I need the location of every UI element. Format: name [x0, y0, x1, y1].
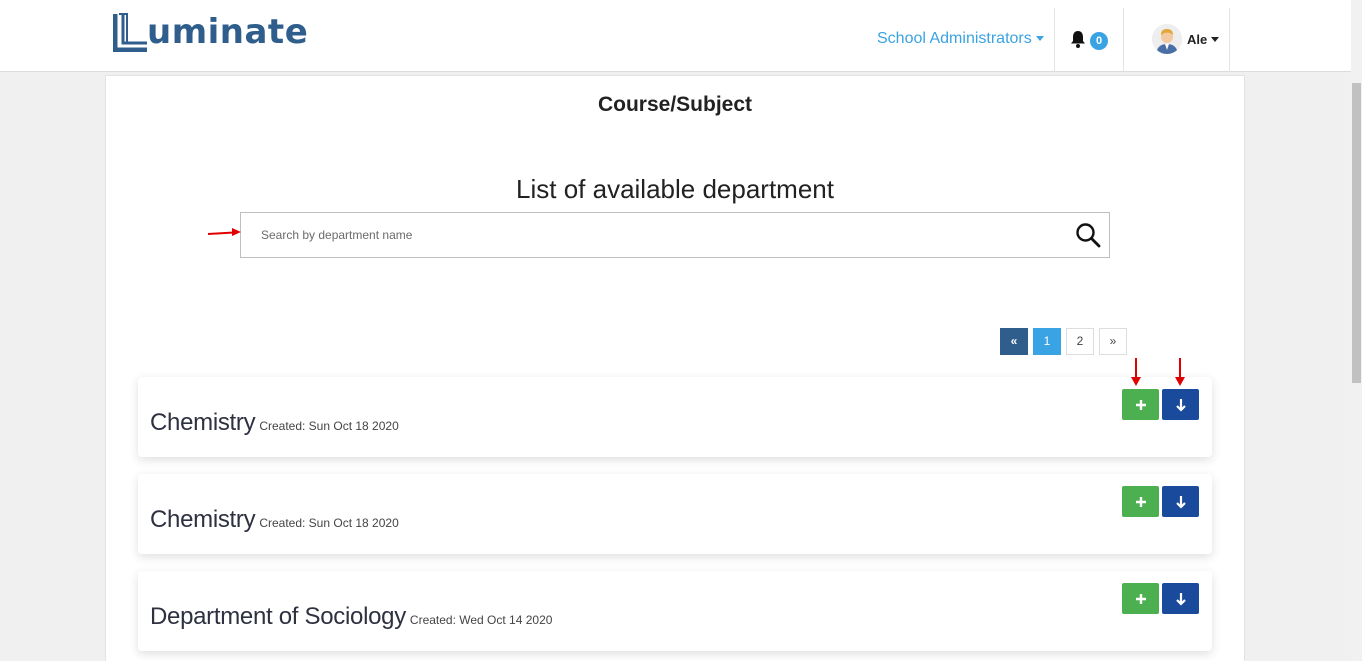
department-name: Department of Sociology	[150, 603, 406, 630]
logo-mark-icon	[113, 13, 147, 52]
department-card: Chemistry Created: Sun Oct 18 2020	[138, 377, 1212, 457]
plus-icon	[1135, 593, 1146, 604]
add-course-button[interactable]	[1122, 486, 1159, 517]
scrollbar-thumb[interactable]	[1352, 83, 1361, 383]
plus-icon	[1135, 399, 1146, 410]
user-menu[interactable]: Ale	[1152, 24, 1220, 54]
chevron-down-icon	[1035, 36, 1044, 42]
pagination-page-2[interactable]: 2	[1066, 328, 1094, 355]
arrow-down-icon	[1175, 495, 1186, 509]
expand-department-button[interactable]	[1162, 389, 1199, 420]
department-title: Department of Sociology Created: Wed Oct …	[150, 603, 552, 631]
pagination-prev[interactable]: «	[1000, 328, 1028, 355]
department-title: Chemistry Created: Sun Oct 18 2020	[150, 506, 399, 534]
logo[interactable]: uminate	[113, 10, 308, 54]
search-box	[240, 212, 1110, 258]
logo-text: uminate	[147, 12, 309, 52]
add-course-button[interactable]	[1122, 389, 1159, 420]
pagination-next[interactable]: »	[1099, 328, 1127, 355]
nav-divider	[1054, 8, 1055, 72]
role-label: School Administrators	[877, 30, 1032, 47]
top-navbar: uminate School Administrators 0 Ale	[0, 0, 1351, 72]
pagination-page-1[interactable]: 1	[1033, 328, 1061, 355]
expand-department-button[interactable]	[1162, 486, 1199, 517]
department-created-date: Created: Sun Oct 18 2020	[259, 516, 399, 530]
plus-icon	[1135, 496, 1146, 507]
avatar	[1152, 24, 1182, 54]
user-name: Ale	[1187, 31, 1208, 47]
search-icon[interactable]	[1075, 222, 1101, 248]
add-course-button[interactable]	[1122, 583, 1159, 614]
list-title: List of available department	[516, 174, 834, 204]
pagination: « 1 2 »	[1000, 328, 1127, 355]
department-card: Department of Sociology Created: Wed Oct …	[138, 571, 1212, 651]
search-input[interactable]	[241, 213, 1061, 257]
department-card: Chemistry Created: Sun Oct 18 2020	[138, 474, 1212, 554]
department-name: Chemistry	[150, 409, 256, 436]
expand-department-button[interactable]	[1162, 583, 1199, 614]
role-dropdown[interactable]: School Administrators	[877, 30, 1044, 48]
arrow-down-icon	[1175, 398, 1186, 412]
main-content: Course/Subject List of available departm…	[105, 75, 1245, 661]
notification-badge[interactable]: 0	[1090, 32, 1108, 50]
page-scrollbar[interactable]	[1351, 0, 1362, 661]
nav-divider	[1123, 8, 1124, 72]
department-title: Chemistry Created: Sun Oct 18 2020	[150, 409, 399, 437]
chevron-down-icon	[1211, 36, 1220, 42]
nav-divider	[1229, 8, 1230, 72]
arrow-down-icon	[1175, 592, 1186, 606]
bell-icon[interactable]	[1070, 30, 1086, 48]
page-title: Course/Subject	[597, 93, 753, 116]
department-created-date: Created: Wed Oct 14 2020	[409, 613, 553, 627]
department-created-date: Created: Sun Oct 18 2020	[259, 419, 399, 433]
department-name: Chemistry	[150, 506, 256, 533]
